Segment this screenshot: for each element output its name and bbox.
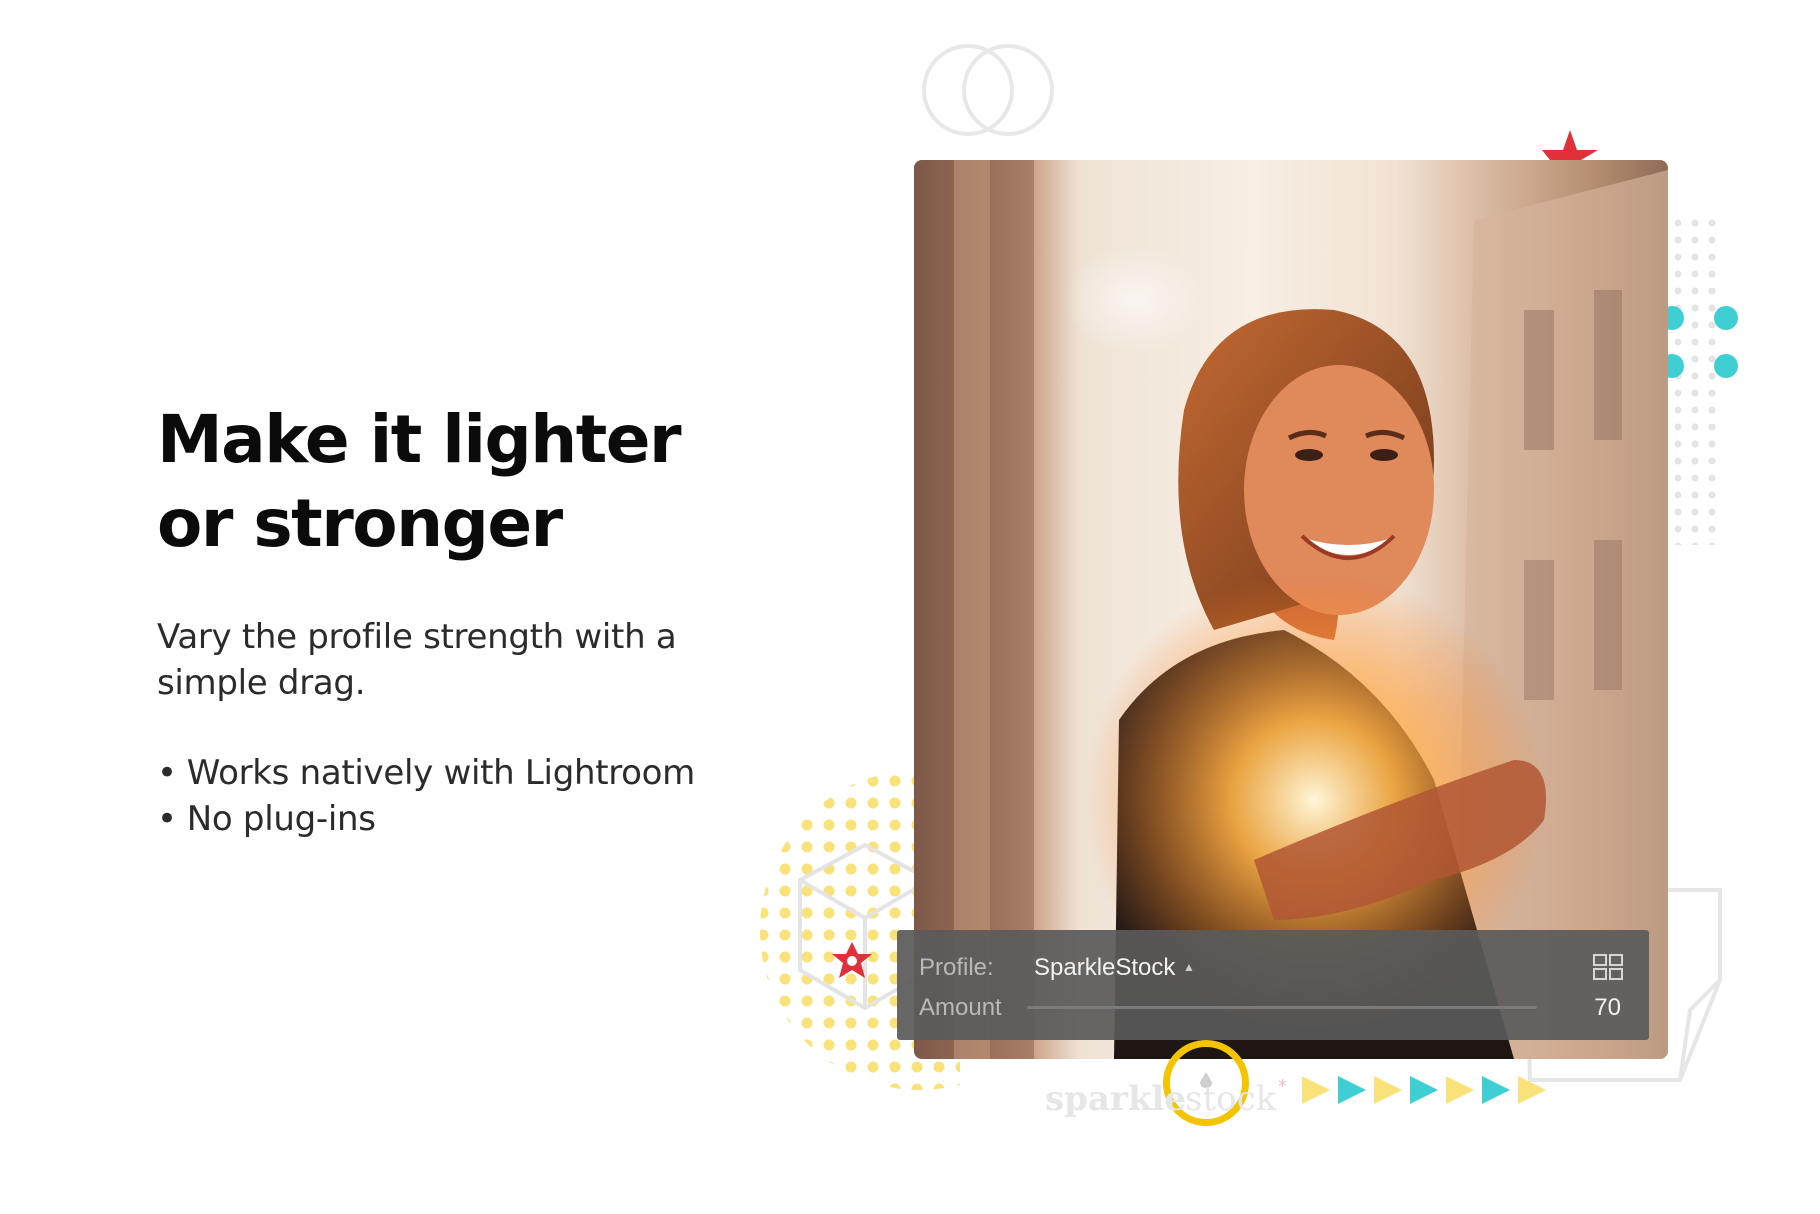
description: Vary the profile strength with a simple … <box>157 617 677 703</box>
svg-text:stock: stock <box>1185 1079 1277 1119</box>
bullet-icon: • <box>157 753 177 793</box>
headline-line-2: or stronger <box>157 485 563 562</box>
photo-illustration <box>914 160 1668 1059</box>
bullet-icon: • <box>157 799 177 839</box>
list-item: • No plug-ins <box>157 796 777 842</box>
amount-value[interactable]: 70 <box>1594 994 1621 1022</box>
amount-slider-track[interactable] <box>1027 1006 1537 1126</box>
grid-view-icon[interactable] <box>1593 954 1623 980</box>
feature-list: • Works natively with Lightroom • No plug-… <box>157 750 777 842</box>
hero-copy: Make it lighter or stronger Vary the pro… <box>157 398 777 842</box>
red-snowflake-decoration <box>832 942 872 978</box>
page-title: Make it lighter or stronger <box>157 398 777 566</box>
amount-label: Amount <box>919 994 1002 1021</box>
red-star-decoration <box>1542 130 1598 160</box>
svg-text:sparkle: sparkle <box>1045 1079 1186 1119</box>
profile-panel: Profile: SparkleStock ▲ Amount 70 <box>897 930 1649 1126</box>
list-item-text: Works natively with Lightroom <box>186 753 696 793</box>
teal-dots-decoration <box>1660 306 1738 378</box>
overlapping-circles-decoration <box>922 44 1054 136</box>
chevron-up-icon[interactable]: ▲ <box>1183 960 1195 974</box>
profile-label: Profile: <box>919 954 994 981</box>
headline-line-1: Make it lighter <box>157 401 682 478</box>
triangle-row-decoration <box>1302 1076 1546 1104</box>
profile-select[interactable]: SparkleStock <box>1034 954 1175 982</box>
list-item-text: No plug-ins <box>186 799 376 839</box>
svg-text:*: * <box>1278 1076 1287 1097</box>
preview-photo <box>914 160 1668 1059</box>
list-item: • Works natively with Lightroom <box>157 750 777 796</box>
grey-dots-decoration <box>1670 215 1722 545</box>
sparklestock-logo: sparkle stock * <box>1045 1076 1287 1119</box>
